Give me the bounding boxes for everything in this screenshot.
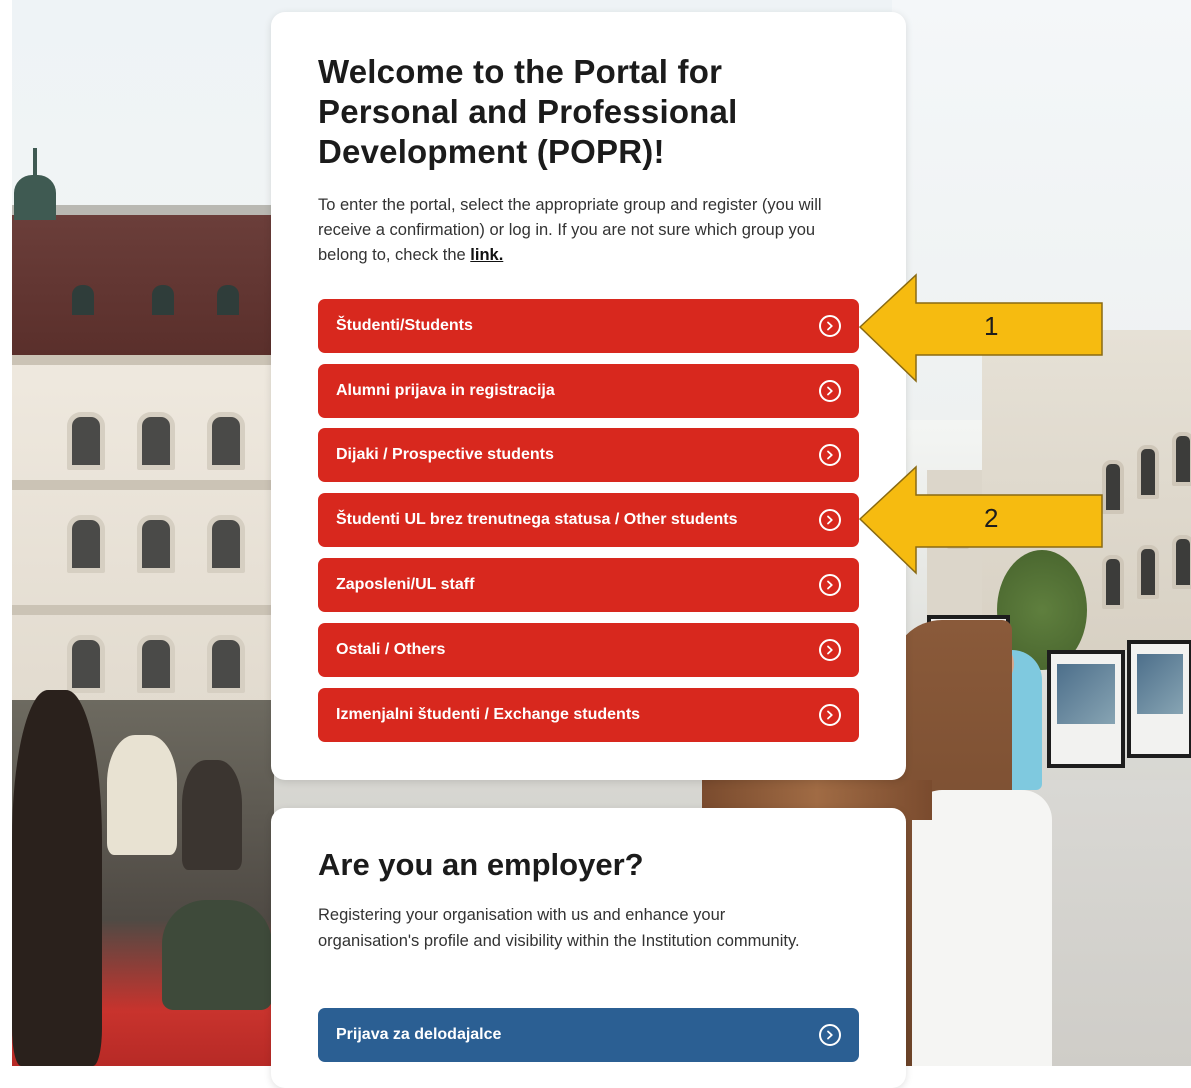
intro-text: To enter the portal, select the appropri…: [318, 193, 848, 268]
employer-card: Are you an employer? Registering your or…: [271, 808, 906, 1088]
employer-text: Registering your organisation with us an…: [318, 906, 800, 950]
chevron-circle-right-icon: [819, 315, 841, 337]
exhibition-panel: [1047, 650, 1125, 768]
dormer-window: [152, 285, 174, 315]
chevron-circle-right-icon: [819, 509, 841, 531]
window: [137, 412, 175, 470]
ledge: [12, 480, 274, 490]
group-button-staff[interactable]: Zaposleni/UL staff: [318, 558, 859, 612]
roof: [12, 215, 274, 355]
window: [207, 412, 245, 470]
employer-login-button[interactable]: Prijava za delodajalce: [318, 1008, 859, 1062]
tower: [14, 175, 56, 220]
window: [1137, 445, 1159, 499]
window: [137, 635, 175, 693]
group-button-students[interactable]: Študenti/Students: [318, 299, 859, 353]
chevron-circle-right-icon: [819, 444, 841, 466]
ledge: [12, 605, 274, 615]
group-button-label: Ostali / Others: [336, 641, 446, 658]
window: [67, 515, 105, 573]
login-card: Welcome to the Portal for Personal and P…: [271, 12, 906, 780]
window: [207, 515, 245, 573]
group-button-label: Študenti UL brez trenutnega statusa / Ot…: [336, 511, 738, 528]
group-button-prospective-students[interactable]: Dijaki / Prospective students: [318, 428, 859, 482]
window: [207, 635, 245, 693]
intro-text-body: To enter the portal, select the appropri…: [318, 196, 822, 264]
person: [162, 900, 272, 1010]
chevron-circle-right-icon: [819, 380, 841, 402]
window: [67, 635, 105, 693]
annotation-arrow-2: [858, 465, 1103, 575]
group-info-link[interactable]: link.: [470, 246, 503, 264]
window: [137, 515, 175, 573]
window: [1172, 432, 1191, 486]
person: [107, 735, 177, 855]
group-button-label: Študenti/Students: [336, 317, 473, 334]
group-button-alumni[interactable]: Alumni prijava in registracija: [318, 364, 859, 418]
window: [67, 412, 105, 470]
window: [1172, 535, 1191, 589]
page-title: Welcome to the Portal for Personal and P…: [318, 53, 738, 170]
group-button-label: Alumni prijava in registracija: [336, 382, 555, 399]
person: [182, 760, 242, 870]
group-button-label: Izmenjalni študenti / Exchange students: [336, 706, 641, 723]
tower-spire: [33, 148, 37, 178]
employer-title: Are you an employer?: [318, 847, 644, 882]
chevron-circle-right-icon: [819, 704, 841, 726]
ledge: [12, 355, 274, 365]
group-button-label: Zaposleni/UL staff: [336, 576, 475, 593]
person-shirt: [912, 790, 1052, 1066]
group-button-exchange-students[interactable]: Izmenjalni študenti / Exchange students: [318, 688, 859, 742]
group-button-other-students[interactable]: Študenti UL brez trenutnega statusa / Ot…: [318, 493, 859, 547]
chevron-circle-right-icon: [819, 574, 841, 596]
dormer-window: [217, 285, 239, 315]
chevron-circle-right-icon: [819, 1024, 841, 1046]
person: [12, 690, 102, 1066]
group-button-others[interactable]: Ostali / Others: [318, 623, 859, 677]
dormer-window: [72, 285, 94, 315]
chevron-circle-right-icon: [819, 639, 841, 661]
exhibition-panel: [1127, 640, 1191, 758]
annotation-number: 2: [984, 503, 999, 533]
annotation-number: 1: [984, 311, 999, 341]
group-button-label: Dijaki / Prospective students: [336, 446, 554, 463]
employer-button-label: Prijava za delodajalce: [336, 1026, 502, 1043]
window: [1137, 545, 1159, 599]
annotation-arrow-1: [858, 273, 1103, 383]
